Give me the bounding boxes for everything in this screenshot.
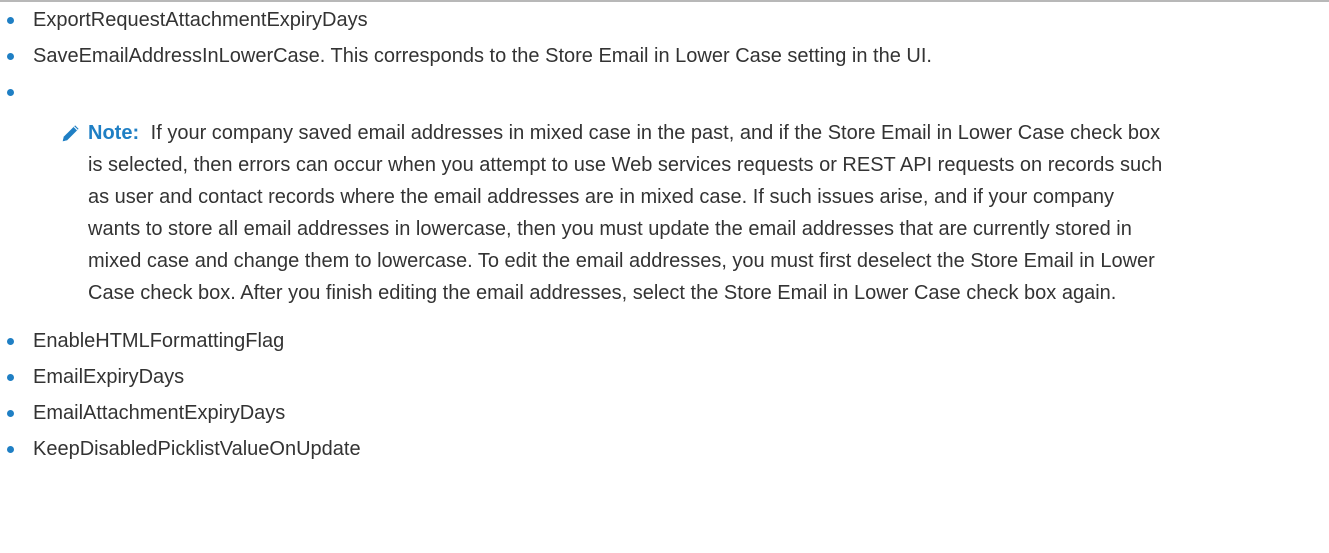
list-item-text: KeepDisabledPicklistValueOnUpdate: [33, 438, 361, 460]
note-callout: Note: If your company saved email addres…: [60, 117, 1168, 309]
bullet-icon: [7, 338, 14, 345]
list-item: KeepDisabledPicklistValueOnUpdate: [0, 435, 1329, 463]
list-item-text: ExportRequestAttachmentExpiryDays: [33, 9, 368, 31]
note-body: If your company saved email addresses in…: [88, 122, 1163, 304]
bullet-icon: [7, 89, 14, 96]
list-item: EnableHTMLFormattingFlag: [0, 327, 1329, 355]
list-item: SaveEmailAddressInLowerCase. This corres…: [0, 42, 1329, 70]
list-item-text: EmailExpiryDays: [33, 366, 185, 388]
settings-list: ExportRequestAttachmentExpiryDays SaveEm…: [0, 6, 1329, 471]
list-item-text: [33, 78, 1329, 106]
list-item-with-note: Note: If your company saved email addres…: [0, 78, 1329, 309]
bullet-icon: [7, 446, 14, 453]
list-item-text: EmailAttachmentExpiryDays: [33, 402, 286, 424]
bullet-icon: [7, 53, 14, 60]
list-item: EmailExpiryDays: [0, 363, 1329, 391]
list-item: EmailAttachmentExpiryDays: [0, 399, 1329, 427]
top-divider: [0, 0, 1329, 2]
pencil-icon: [62, 125, 79, 142]
note-label: Note:: [88, 122, 140, 144]
bullet-icon: [7, 374, 14, 381]
list-item: ExportRequestAttachmentExpiryDays: [0, 6, 1329, 34]
list-item-text: EnableHTMLFormattingFlag: [33, 330, 285, 352]
bullet-icon: [7, 410, 14, 417]
list-item-text: SaveEmailAddressInLowerCase. This corres…: [33, 45, 932, 67]
bullet-icon: [7, 17, 14, 24]
